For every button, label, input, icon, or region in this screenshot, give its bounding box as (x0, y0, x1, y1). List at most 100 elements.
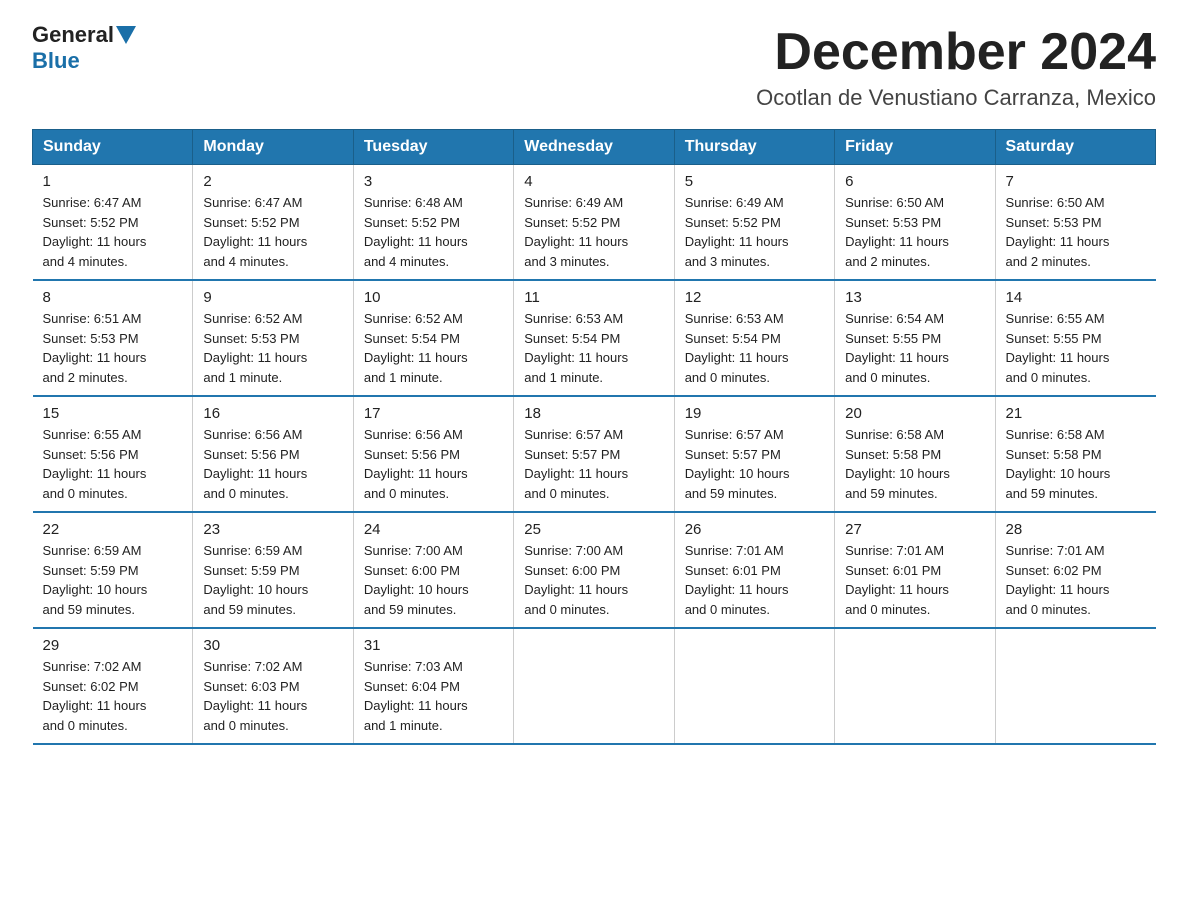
calendar-table: SundayMondayTuesdayWednesdayThursdayFrid… (32, 129, 1156, 745)
day-number: 18 (524, 405, 663, 422)
day-info: Sunrise: 6:55 AM Sunset: 5:56 PM Dayligh… (43, 425, 183, 503)
day-number: 11 (524, 289, 663, 306)
week-row-5: 29Sunrise: 7:02 AM Sunset: 6:02 PM Dayli… (33, 628, 1156, 744)
day-number: 21 (1006, 405, 1146, 422)
day-cell: 13 Sunrise: 6:54 AM Sunset: 5:55 PM Dayli… (835, 280, 995, 396)
day-info: Sunrise: 6:50 AM Sunset: 5:53 PM Dayligh… (1006, 193, 1146, 271)
day-info: Sunrise: 6:53 AM Sunset: 5:54 PM Dayligh… (524, 309, 663, 387)
day-info: Sunrise: 6:54 AM Sunset: 5:55 PM Dayligh… (845, 309, 984, 387)
day-info: Sunrise: 7:02 AM Sunset: 6:03 PM Dayligh… (203, 657, 342, 735)
day-cell (674, 628, 834, 744)
day-cell: 14 Sunrise: 6:55 AM Sunset: 5:55 PM Dayli… (995, 280, 1155, 396)
day-info: Sunrise: 6:56 AM Sunset: 5:56 PM Dayligh… (364, 425, 503, 503)
logo: General Blue (32, 24, 138, 74)
day-number: 26 (685, 521, 824, 538)
day-cell: 21 Sunrise: 6:58 AM Sunset: 5:58 PM Dayli… (995, 396, 1155, 512)
header-saturday: Saturday (995, 130, 1155, 165)
header-row: SundayMondayTuesdayWednesdayThursdayFrid… (33, 130, 1156, 165)
title-block: December 2024 Ocotlan de Venustiano Carr… (756, 24, 1156, 111)
day-number: 7 (1006, 173, 1146, 190)
day-cell: 19Sunrise: 6:57 AM Sunset: 5:57 PM Dayli… (674, 396, 834, 512)
day-cell: 8Sunrise: 6:51 AM Sunset: 5:53 PM Daylig… (33, 280, 193, 396)
header-tuesday: Tuesday (353, 130, 513, 165)
day-cell: 5 Sunrise: 6:49 AM Sunset: 5:52 PM Daylig… (674, 165, 834, 281)
day-info: Sunrise: 6:55 AM Sunset: 5:55 PM Dayligh… (1006, 309, 1146, 387)
day-number: 24 (364, 521, 503, 538)
day-cell: 7 Sunrise: 6:50 AM Sunset: 5:53 PM Daylig… (995, 165, 1155, 281)
main-title: December 2024 (756, 24, 1156, 81)
day-cell (514, 628, 674, 744)
day-cell (995, 628, 1155, 744)
day-number: 5 (685, 173, 824, 190)
day-cell: 30 Sunrise: 7:02 AM Sunset: 6:03 PM Dayli… (193, 628, 353, 744)
day-cell: 11 Sunrise: 6:53 AM Sunset: 5:54 PM Dayli… (514, 280, 674, 396)
day-info: Sunrise: 6:47 AM Sunset: 5:52 PM Dayligh… (203, 193, 342, 271)
day-number: 30 (203, 637, 342, 654)
day-info: Sunrise: 7:01 AM Sunset: 6:02 PM Dayligh… (1006, 541, 1146, 619)
day-number: 15 (43, 405, 183, 422)
day-number: 4 (524, 173, 663, 190)
day-cell: 4 Sunrise: 6:49 AM Sunset: 5:52 PM Daylig… (514, 165, 674, 281)
day-info: Sunrise: 6:58 AM Sunset: 5:58 PM Dayligh… (1006, 425, 1146, 503)
day-number: 2 (203, 173, 342, 190)
page-header: General Blue December 2024 Ocotlan de Ve… (32, 24, 1156, 111)
day-number: 27 (845, 521, 984, 538)
day-info: Sunrise: 7:00 AM Sunset: 6:00 PM Dayligh… (524, 541, 663, 619)
day-cell: 25Sunrise: 7:00 AM Sunset: 6:00 PM Dayli… (514, 512, 674, 628)
calendar-body: 1 Sunrise: 6:47 AM Sunset: 5:52 PM Daylig… (33, 165, 1156, 745)
day-number: 12 (685, 289, 824, 306)
week-row-1: 1 Sunrise: 6:47 AM Sunset: 5:52 PM Daylig… (33, 165, 1156, 281)
day-cell: 6 Sunrise: 6:50 AM Sunset: 5:53 PM Daylig… (835, 165, 995, 281)
day-info: Sunrise: 6:52 AM Sunset: 5:54 PM Dayligh… (364, 309, 503, 387)
day-info: Sunrise: 6:56 AM Sunset: 5:56 PM Dayligh… (203, 425, 342, 503)
day-cell: 26Sunrise: 7:01 AM Sunset: 6:01 PM Dayli… (674, 512, 834, 628)
day-cell: 17 Sunrise: 6:56 AM Sunset: 5:56 PM Dayli… (353, 396, 513, 512)
day-info: Sunrise: 6:48 AM Sunset: 5:52 PM Dayligh… (364, 193, 503, 271)
day-number: 17 (364, 405, 503, 422)
header-thursday: Thursday (674, 130, 834, 165)
day-number: 14 (1006, 289, 1146, 306)
day-number: 13 (845, 289, 984, 306)
day-number: 29 (43, 637, 183, 654)
day-number: 9 (203, 289, 342, 306)
day-info: Sunrise: 6:58 AM Sunset: 5:58 PM Dayligh… (845, 425, 984, 503)
week-row-3: 15 Sunrise: 6:55 AM Sunset: 5:56 PM Dayli… (33, 396, 1156, 512)
day-cell: 31Sunrise: 7:03 AM Sunset: 6:04 PM Dayli… (353, 628, 513, 744)
header-monday: Monday (193, 130, 353, 165)
day-info: Sunrise: 6:50 AM Sunset: 5:53 PM Dayligh… (845, 193, 984, 271)
day-info: Sunrise: 6:52 AM Sunset: 5:53 PM Dayligh… (203, 309, 342, 387)
day-info: Sunrise: 7:00 AM Sunset: 6:00 PM Dayligh… (364, 541, 503, 619)
day-info: Sunrise: 6:47 AM Sunset: 5:52 PM Dayligh… (43, 193, 183, 271)
logo-text: General (32, 24, 138, 46)
day-cell: 1 Sunrise: 6:47 AM Sunset: 5:52 PM Daylig… (33, 165, 193, 281)
day-cell: 23 Sunrise: 6:59 AM Sunset: 5:59 PM Dayli… (193, 512, 353, 628)
day-cell: 3Sunrise: 6:48 AM Sunset: 5:52 PM Daylig… (353, 165, 513, 281)
day-info: Sunrise: 6:51 AM Sunset: 5:53 PM Dayligh… (43, 309, 183, 387)
day-info: Sunrise: 6:59 AM Sunset: 5:59 PM Dayligh… (203, 541, 342, 619)
day-cell: 10Sunrise: 6:52 AM Sunset: 5:54 PM Dayli… (353, 280, 513, 396)
day-info: Sunrise: 6:49 AM Sunset: 5:52 PM Dayligh… (685, 193, 824, 271)
logo-triangle-icon (116, 26, 136, 44)
day-cell: 22Sunrise: 6:59 AM Sunset: 5:59 PM Dayli… (33, 512, 193, 628)
day-number: 20 (845, 405, 984, 422)
day-cell: 27 Sunrise: 7:01 AM Sunset: 6:01 PM Dayli… (835, 512, 995, 628)
day-cell: 24 Sunrise: 7:00 AM Sunset: 6:00 PM Dayli… (353, 512, 513, 628)
day-number: 1 (43, 173, 183, 190)
day-info: Sunrise: 7:01 AM Sunset: 6:01 PM Dayligh… (845, 541, 984, 619)
calendar-header: SundayMondayTuesdayWednesdayThursdayFrid… (33, 130, 1156, 165)
header-wednesday: Wednesday (514, 130, 674, 165)
day-cell: 29Sunrise: 7:02 AM Sunset: 6:02 PM Dayli… (33, 628, 193, 744)
day-cell: 12Sunrise: 6:53 AM Sunset: 5:54 PM Dayli… (674, 280, 834, 396)
day-number: 28 (1006, 521, 1146, 538)
day-info: Sunrise: 6:57 AM Sunset: 5:57 PM Dayligh… (685, 425, 824, 503)
day-info: Sunrise: 6:59 AM Sunset: 5:59 PM Dayligh… (43, 541, 183, 619)
week-row-4: 22Sunrise: 6:59 AM Sunset: 5:59 PM Dayli… (33, 512, 1156, 628)
day-number: 6 (845, 173, 984, 190)
header-sunday: Sunday (33, 130, 193, 165)
day-info: Sunrise: 6:49 AM Sunset: 5:52 PM Dayligh… (524, 193, 663, 271)
day-number: 23 (203, 521, 342, 538)
day-cell: 18Sunrise: 6:57 AM Sunset: 5:57 PM Dayli… (514, 396, 674, 512)
day-cell: 20 Sunrise: 6:58 AM Sunset: 5:58 PM Dayli… (835, 396, 995, 512)
day-cell: 16Sunrise: 6:56 AM Sunset: 5:56 PM Dayli… (193, 396, 353, 512)
logo-blue: Blue (32, 48, 80, 74)
